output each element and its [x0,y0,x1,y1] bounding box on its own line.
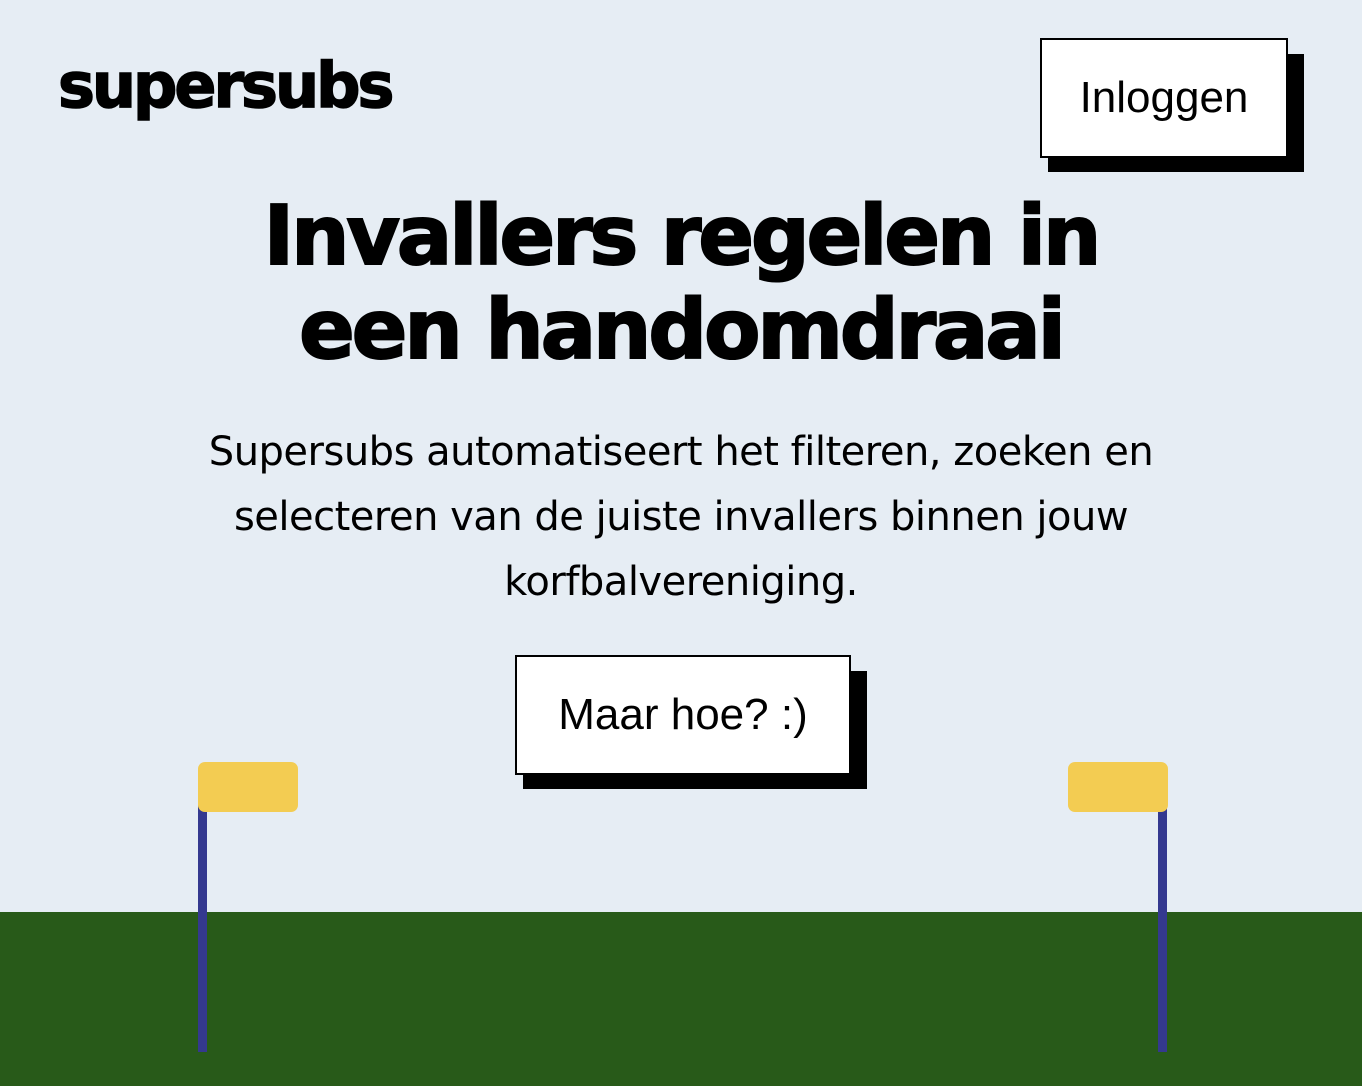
headline-line-1: Invallers regelen in [263,189,1103,285]
page-title: Invallers regelen in een handomdraai [81,189,1281,379]
cta-button-wrapper: Maar hoe? :) [515,655,867,791]
headline-line-2: een handomdraai [298,283,1067,379]
left-pole [198,800,207,1052]
right-basket [1068,762,1168,812]
right-pole [1158,800,1167,1052]
login-button-wrapper: Inloggen [1040,38,1306,174]
left-basket [198,762,298,812]
cta-button[interactable]: Maar hoe? :) [515,655,851,775]
hero-description: Supersubs automatiseert het filteren, zo… [208,429,1154,605]
site-logo[interactable]: supersubs [57,46,395,126]
login-button[interactable]: Inloggen [1040,38,1288,158]
